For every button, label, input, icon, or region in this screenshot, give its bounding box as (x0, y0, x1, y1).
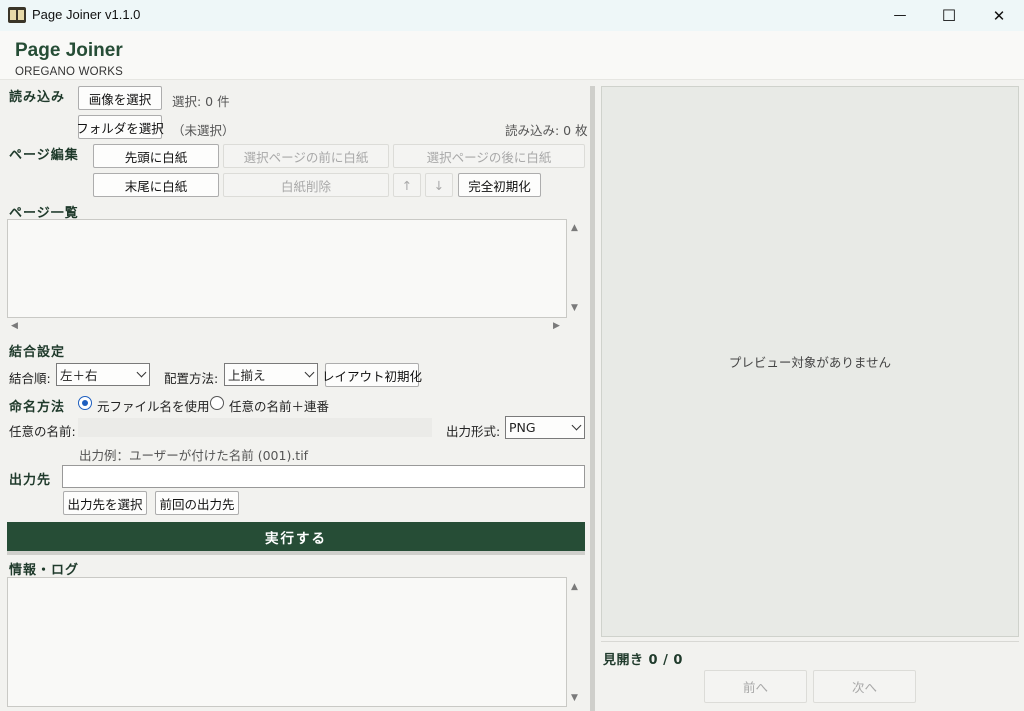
combine-section-label: 結合設定 (9, 345, 66, 360)
reset-layout-button[interactable]: レイアウト初期化 (322, 363, 422, 387)
run-button[interactable]: 実行する (7, 522, 585, 551)
delete-blank-button[interactable]: 白紙削除 (223, 173, 389, 197)
log-scroll-down-icon[interactable]: ▼ (571, 693, 578, 703)
load-section-label: 読み込み (9, 90, 66, 105)
order-value: 左＋右 (60, 368, 98, 383)
company-name: OREGANO WORKS (15, 66, 124, 78)
chevron-down-icon (136, 367, 147, 378)
blank-first-button[interactable]: 先頭に白紙 (93, 144, 219, 168)
log-area[interactable] (7, 577, 567, 707)
radio-original-name[interactable] (78, 396, 92, 410)
naming-section-label: 命名方法 (9, 400, 66, 415)
scroll-right-icon[interactable]: ▶ (553, 321, 560, 331)
format-value: PNG (509, 420, 536, 435)
close-button[interactable]: ✕ (974, 0, 1024, 31)
output-example: 出力例：ユーザーが付けた名前 (001).tif (79, 448, 309, 463)
maximize-icon: ☐ (941, 6, 957, 25)
title-bar (0, 0, 1024, 31)
align-value: 上揃え (228, 368, 266, 383)
radio-custom-name[interactable] (210, 396, 224, 410)
output-section-label: 出力先 (9, 473, 52, 488)
preview-divider (601, 641, 1019, 642)
log-scroll-up-icon[interactable]: ▲ (571, 582, 578, 592)
app-header (0, 31, 1024, 80)
radio-original-name-label[interactable]: 元ファイル名を使用 (97, 396, 210, 415)
scroll-left-icon[interactable]: ◀ (11, 321, 18, 331)
blank-before-button[interactable]: 選択ページの前に白紙 (223, 144, 389, 168)
selected-count: 選択: 0 件 (172, 94, 230, 109)
select-folder-button[interactable]: フォルダを選択 (76, 115, 164, 139)
select-images-button[interactable]: 画像を選択 (78, 86, 162, 110)
app-name: Page Joiner (15, 40, 123, 61)
arrow-up-icon: ↑ (401, 177, 413, 193)
reset-all-button[interactable]: 完全初期化 (458, 173, 541, 197)
move-down-button[interactable]: ↓ (425, 173, 453, 197)
format-select[interactable]: PNG (505, 416, 585, 439)
window-title: Page Joiner v1.1.0 (32, 7, 141, 22)
choose-destination-button[interactable]: 出力先を選択 (63, 491, 147, 515)
spread-label: 見開き 0 / 0 (603, 653, 683, 668)
scroll-up-icon[interactable]: ▲ (571, 223, 578, 233)
align-select[interactable]: 上揃え (224, 363, 318, 386)
chevron-down-icon (304, 367, 315, 378)
custom-name-label: 任意の名前: (9, 424, 76, 439)
close-icon: ✕ (992, 6, 1006, 25)
radio-custom-name-label[interactable]: 任意の名前＋連番 (229, 396, 329, 415)
blank-last-button[interactable]: 末尾に白紙 (93, 173, 219, 197)
minimize-icon: — (893, 8, 907, 23)
order-select[interactable]: 左＋右 (56, 363, 150, 386)
format-label: 出力形式: (446, 424, 501, 439)
preview-area: プレビュー対象がありません (601, 86, 1019, 637)
align-label: 配置方法: (164, 371, 219, 386)
arrow-down-icon: ↓ (433, 177, 445, 193)
pane-separator[interactable] (590, 86, 595, 711)
custom-name-input[interactable] (78, 418, 432, 437)
run-divider (7, 551, 585, 555)
page-edit-section-label: ページ編集 (9, 148, 79, 163)
loaded-count: 読み込み: 0 枚 (505, 123, 588, 138)
folder-status: （未選択） (172, 123, 235, 138)
previous-spread-button[interactable]: 前へ (704, 670, 807, 703)
minimize-button[interactable]: — (875, 0, 925, 31)
preview-empty-text: プレビュー対象がありません (728, 355, 892, 370)
move-up-button[interactable]: ↑ (393, 173, 421, 197)
previous-destination-button[interactable]: 前回の出力先 (155, 491, 239, 515)
log-section-label: 情報・ログ (9, 563, 80, 578)
chevron-down-icon (571, 420, 582, 431)
blank-after-button[interactable]: 選択ページの後に白紙 (393, 144, 585, 168)
maximize-button[interactable]: ☐ (924, 0, 974, 31)
next-spread-button[interactable]: 次へ (813, 670, 916, 703)
book-icon (8, 7, 26, 23)
order-label: 結合順: (9, 371, 51, 386)
output-path-input[interactable] (62, 465, 585, 488)
scroll-down-icon[interactable]: ▼ (571, 303, 578, 313)
page-list[interactable] (7, 219, 567, 318)
